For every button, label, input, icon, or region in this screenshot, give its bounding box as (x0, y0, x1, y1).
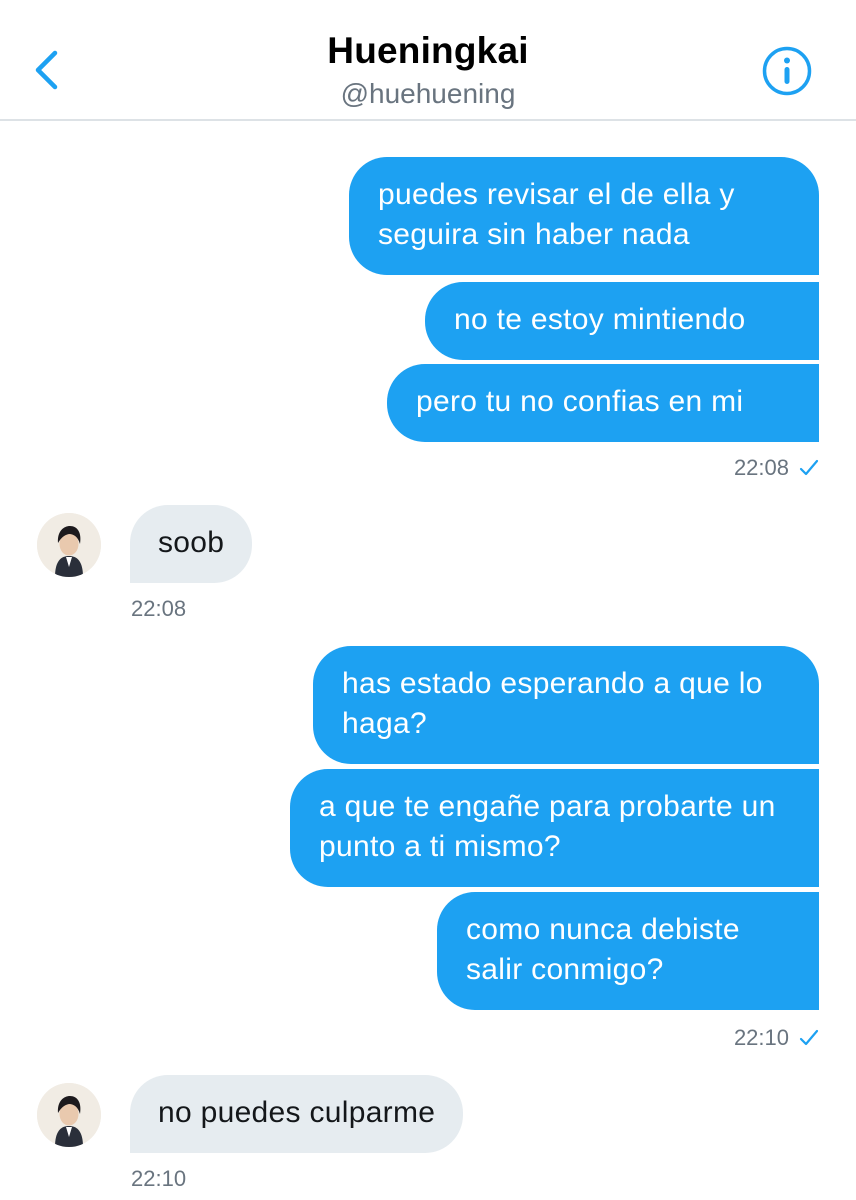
avatar[interactable] (37, 513, 101, 577)
sent-message-bubble[interactable]: como nunca debiste salir conmigo? (437, 892, 819, 1010)
info-circle-icon (762, 46, 812, 96)
message-timestamp: 22:10 (734, 1025, 819, 1051)
profile-photo-icon (37, 1083, 101, 1147)
avatar[interactable] (37, 1083, 101, 1147)
message-timestamp: 22:10 (131, 1166, 187, 1191)
message-timestamp: 22:08 (734, 455, 819, 481)
conversation-header: Hueningkai @huehuening (0, 0, 856, 121)
sent-message-bubble[interactable]: pero tu no confias en mi (387, 364, 819, 442)
info-button[interactable] (760, 44, 814, 98)
profile-photo-icon (37, 513, 101, 577)
sent-message-bubble[interactable]: puedes revisar el de ella y seguira sin … (349, 157, 819, 275)
received-message-bubble[interactable]: no puedes culparme (130, 1075, 464, 1153)
message-timestamp: 22:08 (131, 596, 187, 621)
conversation-handle: @huehuening (340, 78, 516, 109)
received-message-bubble[interactable]: soob (130, 505, 253, 583)
sent-check-icon (799, 1029, 819, 1046)
sent-message-bubble[interactable]: has estado esperando a que lo haga? (313, 646, 819, 764)
sent-message-bubble[interactable]: no te estoy mintiendo (425, 282, 819, 360)
timestamp-text: 22:10 (733, 1025, 789, 1050)
sent-message-bubble[interactable]: a que te engañe para probarte un punto a… (290, 769, 819, 887)
sent-check-icon (799, 459, 819, 476)
conversation-title[interactable]: Hueningkai (0, 30, 856, 72)
timestamp-text: 22:08 (733, 455, 789, 480)
